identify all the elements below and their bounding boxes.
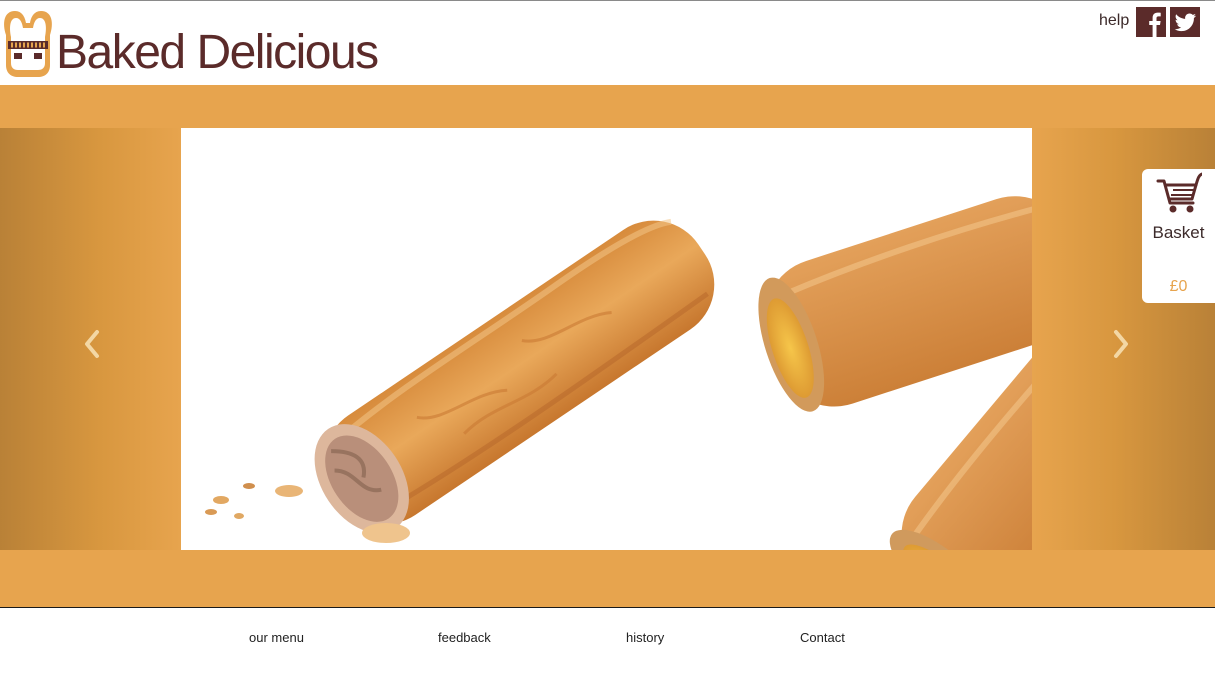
site-header: Baked Delicious help [0, 1, 1215, 85]
nav-our-menu[interactable]: our menu [249, 630, 304, 645]
chevron-right-icon[interactable] [1111, 329, 1131, 359]
shopping-cart-icon [1156, 172, 1202, 213]
twitter-icon[interactable] [1170, 7, 1200, 37]
facebook-icon[interactable] [1136, 7, 1166, 37]
chevron-left-icon[interactable] [82, 329, 102, 359]
help-link[interactable]: help [1099, 12, 1129, 30]
brand-name[interactable]: Baked Delicious [56, 25, 379, 81]
sausage-roll-photo [205, 196, 1032, 550]
carousel-left-panel [0, 128, 181, 550]
logo-icon[interactable] [0, 7, 56, 77]
nav-history[interactable]: history [626, 630, 664, 645]
carousel-slide-image [181, 128, 1032, 550]
nav-feedback[interactable]: feedback [438, 630, 491, 645]
basket-total: £0 [1169, 278, 1188, 295]
top-orange-band [0, 85, 1215, 128]
bottom-orange-band [0, 550, 1215, 607]
footer-divider [0, 607, 1215, 608]
image-carousel [0, 128, 1215, 550]
basket-label: Basket [1152, 223, 1205, 242]
nav-contact[interactable]: Contact [800, 630, 845, 645]
basket-widget[interactable]: Basket £0 [1142, 169, 1215, 303]
